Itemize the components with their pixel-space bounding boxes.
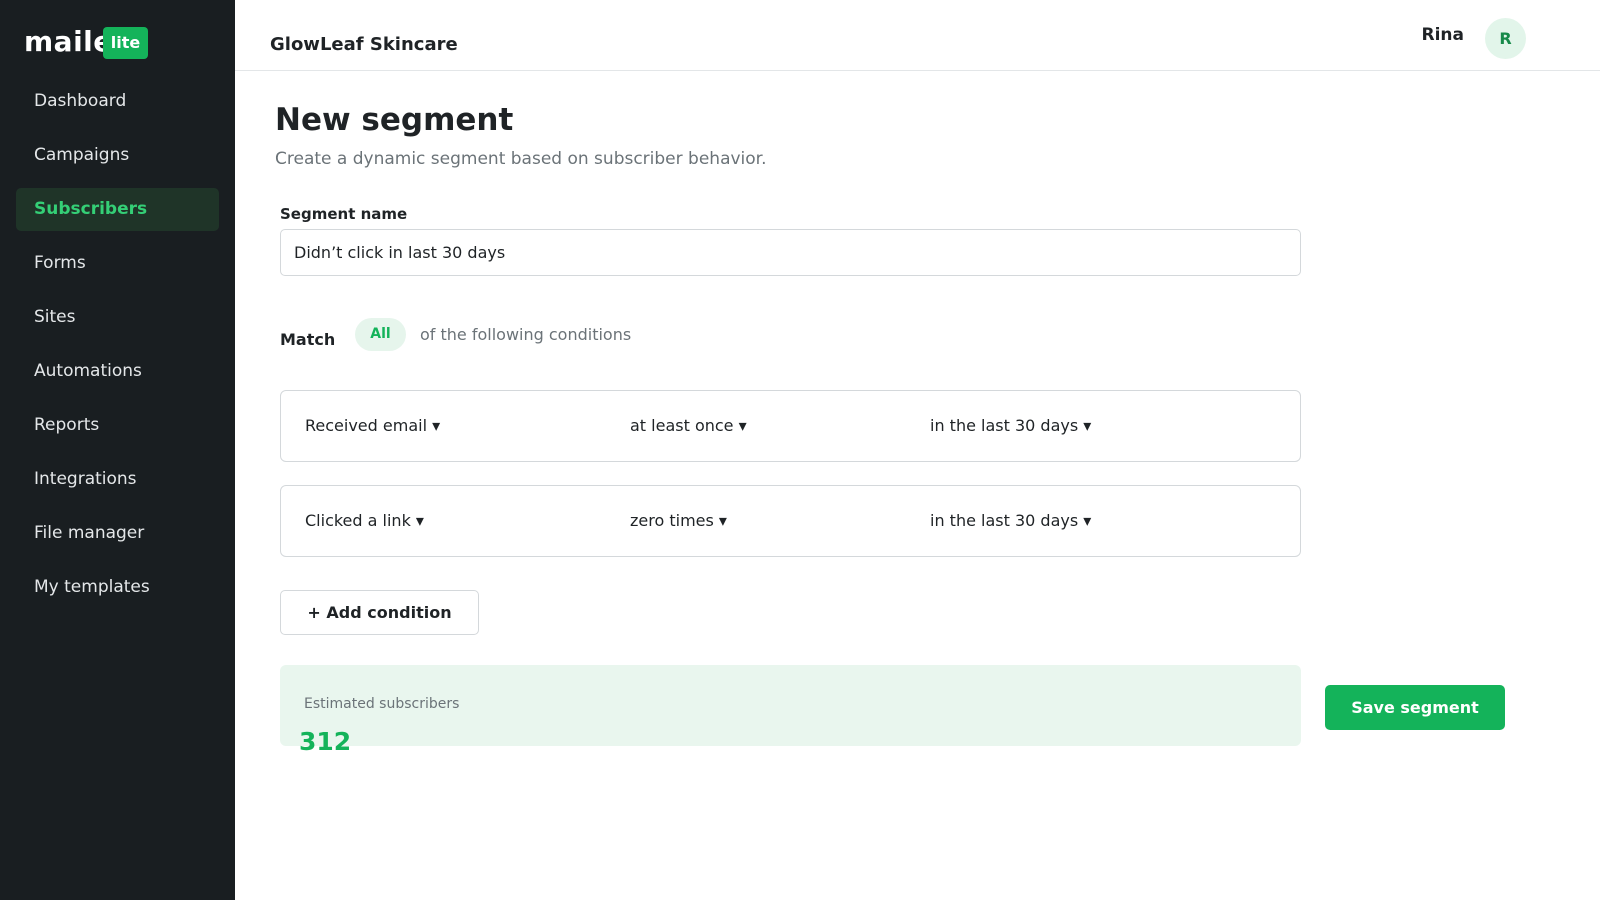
segment-name-input[interactable] (280, 229, 1301, 276)
sidebar-nav: Dashboard Campaigns Subscribers Forms Si… (16, 80, 219, 620)
condition-timeframe-select[interactable]: in the last 30 days ▾ (930, 486, 1091, 556)
sidebar-item-campaigns[interactable]: Campaigns (16, 134, 219, 177)
sidebar-item-subscribers[interactable]: Subscribers (16, 188, 219, 231)
match-label: Match (280, 330, 336, 349)
segment-name-label: Segment name (280, 205, 408, 223)
condition-field-select[interactable]: Received email ▾ (305, 391, 440, 461)
logo-badge: lite (103, 27, 148, 59)
logo-wordmark: maile (24, 25, 113, 58)
estimate-panel: Estimated subscribers (280, 665, 1301, 746)
sidebar-item-automations[interactable]: Automations (16, 350, 219, 393)
sidebar-item-sites[interactable]: Sites (16, 296, 219, 339)
estimate-value: 312 (299, 727, 352, 756)
condition-operator-select[interactable]: zero times ▾ (630, 486, 727, 556)
estimate-label: Estimated subscribers (304, 696, 460, 712)
page-subtitle: Create a dynamic segment based on subscr… (275, 149, 767, 169)
condition-operator-select[interactable]: at least once ▾ (630, 391, 747, 461)
sidebar-item-dashboard[interactable]: Dashboard (16, 80, 219, 123)
sidebar: maile lite Dashboard Campaigns Subscribe… (0, 0, 235, 900)
main-content: New segment Create a dynamic segment bas… (275, 0, 1575, 900)
match-suffix-text: of the following conditions (420, 325, 632, 344)
sidebar-item-file-manager[interactable]: File manager (16, 512, 219, 555)
sidebar-item-reports[interactable]: Reports (16, 404, 219, 447)
condition-timeframe-select[interactable]: in the last 30 days ▾ (930, 391, 1091, 461)
condition-field-select[interactable]: Clicked a link ▾ (305, 486, 424, 556)
sidebar-item-forms[interactable]: Forms (16, 242, 219, 285)
condition-row: Received email ▾ at least once ▾ in the … (280, 390, 1301, 462)
match-mode-toggle[interactable]: All (355, 318, 406, 351)
save-segment-button[interactable]: Save segment (1325, 685, 1505, 730)
sidebar-item-integrations[interactable]: Integrations (16, 458, 219, 501)
sidebar-item-my-templates[interactable]: My templates (16, 566, 219, 609)
add-condition-button[interactable]: + Add condition (280, 590, 479, 635)
condition-row: Clicked a link ▾ zero times ▾ in the las… (280, 485, 1301, 557)
page-title: New segment (275, 102, 514, 138)
